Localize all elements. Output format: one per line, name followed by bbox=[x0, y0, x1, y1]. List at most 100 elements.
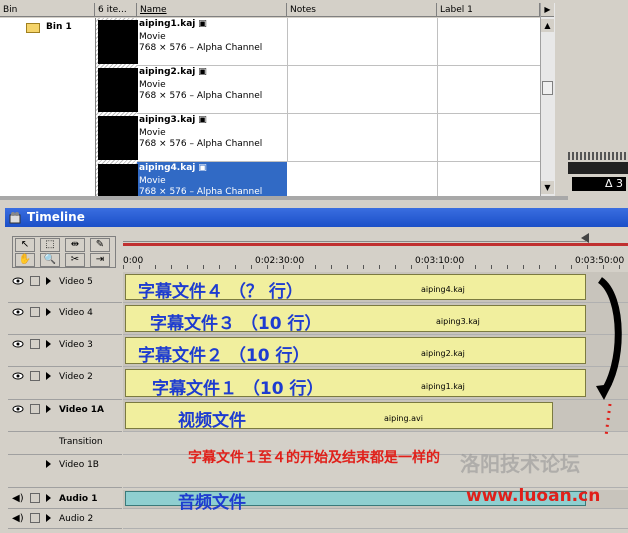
scroll-down-icon[interactable]: ▼ bbox=[541, 181, 554, 194]
clip-row[interactable]: aiping3.kaj ▣ Movie 768 × 576 – Alpha Ch… bbox=[137, 114, 540, 162]
timeline-clip[interactable]: 字幕文件４ （？ 行） aiping4.kaj bbox=[125, 274, 586, 302]
track-lane-video3[interactable]: 字幕文件２ （10 行） aiping2.kaj bbox=[123, 335, 628, 367]
delta-readout: Δ 3 bbox=[572, 177, 626, 191]
clip-annotation: 视频文件 bbox=[178, 411, 246, 431]
watermark-url: www.luoan.cn bbox=[466, 486, 601, 506]
scroll-thumb[interactable] bbox=[542, 81, 553, 95]
column-header-label[interactable]: Label 1 bbox=[437, 3, 540, 17]
clip-name: aiping4.kaj ▣ bbox=[139, 163, 207, 173]
clip-info: 768 × 576 – Alpha Channel bbox=[139, 91, 263, 101]
selection-tool-icon[interactable]: ↖ bbox=[15, 238, 35, 252]
lock-toggle[interactable] bbox=[30, 371, 40, 381]
bin-folder-label: Bin 1 bbox=[46, 22, 72, 32]
eye-icon[interactable] bbox=[12, 371, 24, 381]
clip-name: aiping2.kaj ▣ bbox=[139, 67, 207, 77]
time-ruler[interactable]: 0:00 0:02:30:00 0:03:10:00 0:03:50:00 bbox=[123, 233, 628, 271]
timeline-clip[interactable]: 字幕文件３ （10 行） aiping3.kaj bbox=[125, 305, 586, 334]
track-name: Audio 1 bbox=[59, 494, 98, 504]
expand-arrow-icon[interactable] bbox=[46, 277, 51, 285]
film-icon: ▣ bbox=[198, 163, 207, 173]
clip-info: 768 × 576 – Alpha Channel bbox=[139, 139, 263, 149]
eye-icon[interactable] bbox=[12, 339, 24, 349]
work-area-marker-icon[interactable] bbox=[581, 233, 589, 243]
razor-tool-icon[interactable]: ✂ bbox=[65, 253, 85, 267]
film-icon: ▣ bbox=[198, 67, 207, 77]
track-name: Video 3 bbox=[59, 340, 93, 350]
film-icon: ▣ bbox=[198, 115, 207, 125]
watermark-chinese: 洛阳技术论坛 bbox=[460, 452, 580, 476]
track-name: Video 2 bbox=[59, 372, 93, 382]
annotation-text: 字幕文件１至４的开始及结束都是一样的 bbox=[188, 450, 440, 466]
tool-palette: ↖ ⬚ ⇹ ✎ ✋ 🔍 ✂ ⇥ bbox=[12, 236, 116, 268]
timeline-clip[interactable]: 字幕文件１ （10 行） aiping1.kaj bbox=[125, 369, 586, 399]
column-header-notes[interactable]: Notes bbox=[287, 3, 437, 17]
eye-icon[interactable] bbox=[12, 307, 24, 317]
timeline-clip[interactable]: 视频文件 aiping.avi bbox=[125, 402, 553, 431]
lock-toggle[interactable] bbox=[30, 276, 40, 286]
eye-icon[interactable] bbox=[12, 276, 24, 286]
track-header-video1b[interactable]: Video 1B bbox=[8, 455, 122, 488]
expand-arrow-icon[interactable] bbox=[46, 460, 51, 468]
hand-tool-icon[interactable]: ✋ bbox=[15, 253, 35, 267]
lock-toggle[interactable] bbox=[30, 339, 40, 349]
clip-filename: aiping4.kaj bbox=[421, 285, 465, 294]
expand-arrow-icon[interactable] bbox=[46, 405, 51, 413]
bin-tree: Bin 1 bbox=[0, 18, 96, 196]
track-header-video1a[interactable]: Video 1A bbox=[8, 400, 122, 432]
track-lane-audio2[interactable] bbox=[123, 510, 628, 529]
film-icon: ▣ bbox=[198, 19, 207, 29]
monitor-strip: Δ 3 bbox=[568, 0, 628, 200]
speaker-icon[interactable]: ◀) bbox=[12, 493, 24, 504]
track-header-video3[interactable]: Video 3 bbox=[8, 335, 122, 367]
expand-arrow-icon[interactable] bbox=[46, 494, 51, 502]
lock-toggle[interactable] bbox=[30, 493, 40, 503]
clip-row[interactable]: aiping2.kaj ▣ Movie 768 × 576 – Alpha Ch… bbox=[137, 66, 540, 114]
clip-row-selected[interactable]: aiping4.kaj ▣ Movie 768 × 576 – Alpha Ch… bbox=[137, 162, 540, 197]
lock-toggle[interactable] bbox=[30, 307, 40, 317]
track-header-video2[interactable]: Video 2 bbox=[8, 367, 122, 400]
zoom-tool-icon[interactable]: 🔍 bbox=[40, 253, 60, 267]
track-header-video5[interactable]: Video 5 bbox=[8, 272, 122, 303]
expand-arrow-icon[interactable] bbox=[46, 514, 51, 522]
pen-tool-icon[interactable]: ✎ bbox=[90, 238, 110, 252]
lock-toggle[interactable] bbox=[30, 513, 40, 523]
clip-thumbnail bbox=[98, 116, 138, 160]
speaker-icon[interactable]: ◀) bbox=[12, 513, 24, 524]
premiere-icon bbox=[9, 211, 21, 224]
track-header-audio1[interactable]: ◀) Audio 1 bbox=[8, 490, 122, 509]
expand-arrow-icon[interactable] bbox=[46, 340, 51, 348]
track-lane-video5[interactable]: 字幕文件４ （？ 行） aiping4.kaj bbox=[123, 272, 628, 303]
column-header-bin[interactable]: Bin bbox=[0, 3, 95, 17]
timeline-clip[interactable]: 字幕文件２ （10 行） aiping2.kaj bbox=[125, 337, 586, 366]
track-header-transition[interactable]: Transition bbox=[8, 432, 122, 455]
vertical-scrollbar[interactable]: ▶ ▲ ▼ bbox=[540, 3, 555, 196]
clip-type: Movie bbox=[139, 80, 166, 90]
track-lane-video4[interactable]: 字幕文件３ （10 行） aiping3.kaj bbox=[123, 303, 628, 335]
track-header-audio2[interactable]: ◀) Audio 2 bbox=[8, 510, 122, 529]
folder-icon bbox=[26, 23, 40, 33]
clip-thumbnail bbox=[98, 164, 138, 196]
expand-arrow-icon[interactable] bbox=[46, 308, 51, 316]
range-select-tool-icon[interactable]: ⬚ bbox=[40, 238, 60, 252]
scroll-right-icon[interactable]: ▶ bbox=[541, 3, 554, 17]
track-header-video4[interactable]: Video 4 bbox=[8, 303, 122, 335]
lock-toggle[interactable] bbox=[30, 404, 40, 414]
column-header-count[interactable]: 6 ite... bbox=[95, 3, 137, 17]
track-lane-video2[interactable]: 字幕文件１ （10 行） aiping1.kaj bbox=[123, 367, 628, 400]
timeline-title-bar[interactable]: Timeline bbox=[5, 208, 628, 227]
expand-arrow-icon[interactable] bbox=[46, 372, 51, 380]
clip-name: aiping3.kaj ▣ bbox=[139, 115, 207, 125]
column-header-name[interactable]: Name bbox=[137, 3, 287, 17]
clip-filename: aiping.avi bbox=[384, 414, 423, 423]
clip-filename: aiping1.kaj bbox=[421, 382, 465, 391]
scroll-up-icon[interactable]: ▲ bbox=[541, 19, 554, 32]
ruler-label: 0:02:30:00 bbox=[255, 256, 305, 266]
eye-icon[interactable] bbox=[12, 404, 24, 414]
track-select-tool-icon[interactable]: ⇹ bbox=[65, 238, 85, 252]
clip-filename: aiping2.kaj bbox=[421, 349, 465, 358]
track-name: Transition bbox=[59, 437, 103, 447]
track-name: Video 5 bbox=[59, 277, 93, 287]
edge-tool-icon[interactable]: ⇥ bbox=[90, 253, 110, 267]
track-lane-video1a[interactable]: 视频文件 aiping.avi bbox=[123, 400, 628, 432]
clip-row[interactable]: aiping1.kaj ▣ Movie 768 × 576 – Alpha Ch… bbox=[137, 18, 540, 66]
